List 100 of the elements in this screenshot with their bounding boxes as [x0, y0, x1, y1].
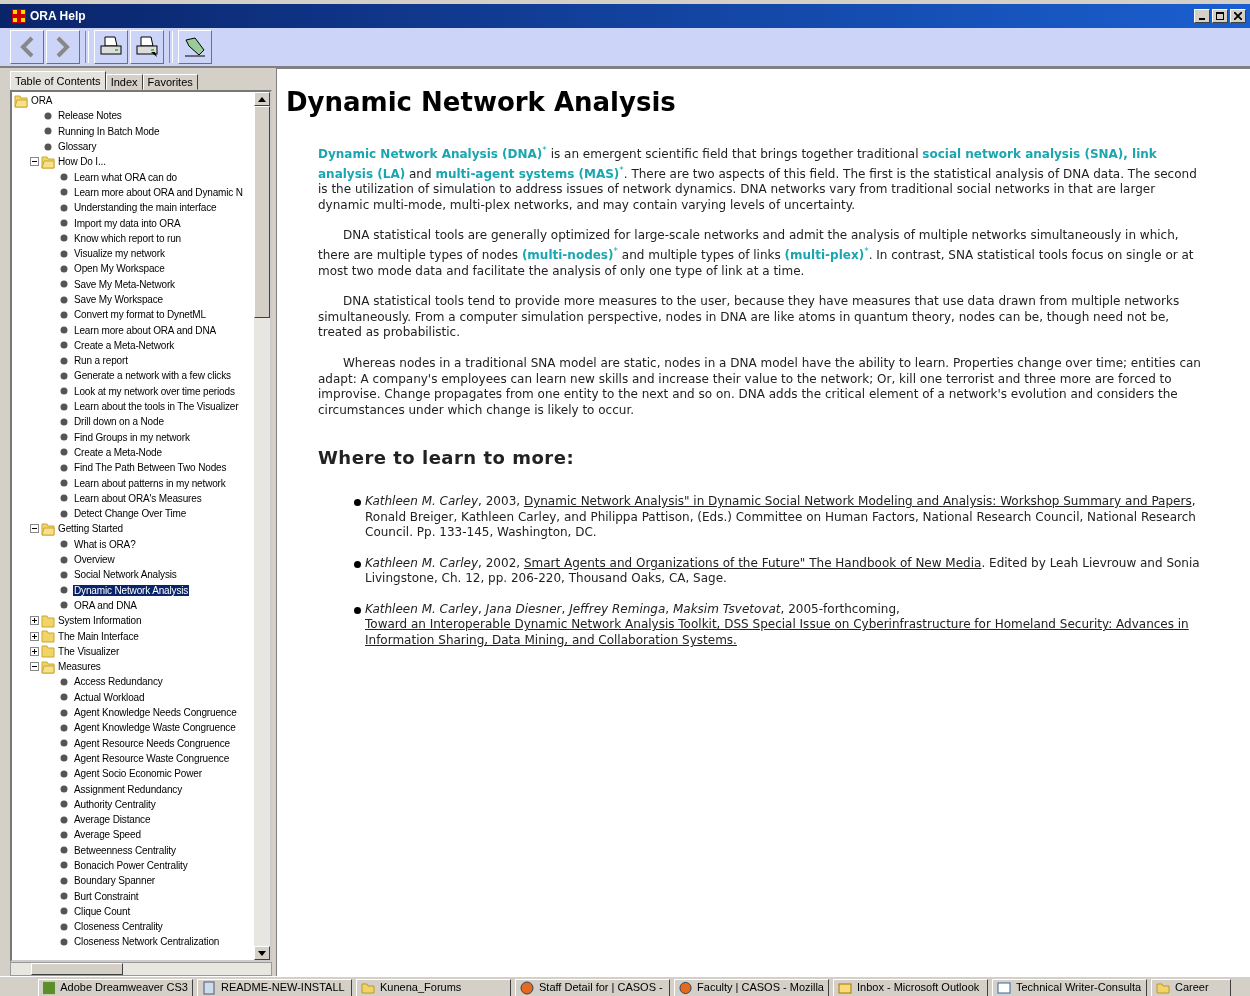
- tree-item[interactable]: Access Redundancy: [73, 676, 164, 688]
- expand-icon[interactable]: [30, 616, 39, 626]
- tree-item[interactable]: Agent Knowledge Needs Congruence: [73, 707, 238, 718]
- link[interactable]: Toward an Interoperable Dynamic Network Analysis Toolkit, DSS Special Issue on Cyberinfrastructure for Homeland Security: Advances in Information Sharing, Data Mining, and Collaboration Systems.: [365, 617, 1210, 649]
- tree-item[interactable]: Dynamic Network Analysis: [73, 584, 190, 596]
- print-button[interactable]: [94, 30, 128, 64]
- scroll-thumb[interactable]: [31, 963, 123, 975]
- tree-item[interactable]: Understanding the main interface: [73, 202, 218, 214]
- tree-item[interactable]: Learn what ORA can do: [73, 171, 179, 183]
- app-icon: [12, 9, 26, 23]
- taskbar-button[interactable]: Inbox - Microsoft Outlook: [833, 979, 988, 996]
- reference: Kathleen M. Carley, 2003, Dynamic Network Analysis" in Dynamic Social Network Modeling and Analysis: Workshop Summary and Papers, Ronald Breiger, Kathleen Carley, and Philippa Pattison, (Eds.) Committee on Human Factors, National Research Council, National Research Council. Pp. 133-145, Washington, DC.: [365, 493, 1197, 541]
- taskbar-button[interactable]: Staff Detail for | CASOS -: [515, 979, 670, 996]
- tree-item[interactable]: Getting Started: [57, 523, 124, 535]
- tree-item[interactable]: Save My Meta-Network: [73, 278, 176, 290]
- link[interactable]: Dynamic Network Analysis" in Dynamic Social Network Modeling and Analysis: Workshop Summary and Papers: [523, 493, 1192, 510]
- scroll-down-icon[interactable]: [258, 950, 266, 956]
- options-button[interactable]: [178, 30, 212, 64]
- tree-item[interactable]: Measures: [57, 661, 102, 673]
- tree-item[interactable]: Open My Workspace: [73, 263, 166, 275]
- page-title: Dynamic Network Analysis: [286, 87, 677, 117]
- maximize-button[interactable]: [1212, 9, 1228, 23]
- envelope-icon: [838, 981, 852, 995]
- scrollbar[interactable]: [254, 92, 270, 960]
- tree-item[interactable]: Release Notes: [57, 110, 123, 122]
- tree-item[interactable]: Bonacich Power Centrality: [73, 860, 189, 871]
- tree-item[interactable]: Burt Constraint: [73, 890, 140, 902]
- tree-item[interactable]: Average Distance: [73, 814, 152, 826]
- close-button[interactable]: [1230, 9, 1246, 23]
- tree-item[interactable]: Agent Knowledge Waste Congruence: [73, 722, 237, 734]
- tree-item[interactable]: Running In Batch Mode: [57, 125, 161, 137]
- tree-item[interactable]: Look at my network over time periods: [73, 385, 236, 397]
- tree-item[interactable]: Boundary Spanner: [73, 875, 156, 887]
- tree-item[interactable]: Create a Meta-Node: [73, 446, 163, 458]
- tree-item[interactable]: Generate a network with a few clicks: [73, 370, 232, 382]
- tree-item[interactable]: Glossary: [57, 141, 98, 153]
- scroll-thumb[interactable]: [254, 106, 270, 318]
- taskbar-button[interactable]: Adobe Dreamweaver CS3: [38, 979, 193, 996]
- tree-item[interactable]: Social Network Analysis: [73, 569, 178, 581]
- tree-item[interactable]: Authority Centrality: [73, 798, 157, 810]
- paragraph: Whereas nodes in a traditional SNA model are static, nodes in a DNA model have the ability to learn. Properties change over time; entities can adapt: A company's employees can learn new skills and increase their value to the network; Or, kill one terrorist and three more are forced to improvise. Change propagates from one entity to the next and so on. DNA adds the critical element of a network's evolution and considers the circumstances under which change is likely to occur.: [318, 355, 1202, 419]
- forward-button[interactable]: [46, 30, 80, 64]
- tree-item[interactable]: Assignment Redundancy: [73, 783, 184, 795]
- tree-item[interactable]: Overview: [73, 554, 116, 566]
- tree-item[interactable]: Learn more about ORA and Dynamic N: [73, 186, 244, 198]
- tree-item[interactable]: The Visualizer: [57, 645, 121, 657]
- minimize-button[interactable]: [1194, 9, 1210, 23]
- taskbar-button[interactable]: Career: [1151, 979, 1231, 996]
- tree-item[interactable]: System Information: [57, 615, 143, 627]
- tree-item[interactable]: Save My Workspace: [73, 294, 164, 305]
- tree-item[interactable]: Convert my format to DynetML: [73, 309, 207, 321]
- tab[interactable]: Index: [105, 74, 143, 90]
- print-setup-button[interactable]: [130, 30, 164, 64]
- scroll-up-icon[interactable]: [258, 96, 266, 102]
- tree-item[interactable]: Betweenness Centrality: [73, 844, 177, 856]
- flag-icon: [183, 36, 207, 58]
- tree-item[interactable]: Import my data into ORA: [73, 217, 182, 229]
- taskbar-button[interactable]: Kunena_Forums: [356, 979, 511, 996]
- taskbar-button[interactable]: README-NEW-INSTALL: [197, 979, 352, 996]
- tree-item[interactable]: Detect Change Over Time: [73, 508, 188, 520]
- collapse-icon[interactable]: [30, 662, 39, 672]
- tree-item[interactable]: Closeness Centrality: [73, 921, 164, 933]
- tree-item[interactable]: Clique Count: [73, 905, 131, 917]
- tree-item[interactable]: Find Groups in my network: [73, 431, 191, 443]
- tree-item[interactable]: Visualize my network: [73, 248, 166, 260]
- tree-item[interactable]: How Do I...: [57, 156, 107, 168]
- tree-item[interactable]: The Main Interface: [57, 630, 140, 642]
- tree-item[interactable]: ORA and DNA: [73, 599, 138, 611]
- tree-item[interactable]: Closeness Network Centralization: [73, 936, 221, 948]
- taskbar-button[interactable]: Technical Writer-Consulta: [992, 979, 1147, 996]
- close-icon: [1234, 12, 1242, 20]
- tree-item[interactable]: Agent Resource Needs Congruence: [73, 737, 231, 749]
- tree-item[interactable]: Know which report to run: [73, 232, 182, 244]
- tree-item[interactable]: Run a report: [73, 355, 129, 367]
- collapse-icon[interactable]: [30, 524, 39, 534]
- tree-item[interactable]: Create a Meta-Network: [73, 339, 176, 351]
- tab[interactable]: Favorites: [142, 74, 198, 90]
- tree-item[interactable]: Average Speed: [73, 829, 142, 841]
- tree-item[interactable]: Learn about patterns in my network: [73, 477, 227, 489]
- folder-icon: [41, 659, 55, 674]
- tree-item[interactable]: Learn about the tools in The Visualizer: [73, 401, 240, 413]
- tree-item[interactable]: Learn more about ORA and DNA: [73, 324, 217, 336]
- tree-item[interactable]: What is ORA?: [73, 538, 137, 550]
- back-button[interactable]: [10, 30, 44, 64]
- scrollbar[interactable]: [10, 962, 272, 976]
- collapse-icon[interactable]: [30, 157, 39, 167]
- tree-item[interactable]: Drill down on a Node: [73, 416, 165, 428]
- taskbar-button[interactable]: Faculty | CASOS - Mozilla: [674, 979, 829, 996]
- tree-item[interactable]: Learn about ORA's Measures: [73, 492, 203, 504]
- expand-icon[interactable]: [30, 631, 39, 641]
- globe-icon: [679, 981, 693, 995]
- tree-item[interactable]: ORA: [30, 95, 54, 107]
- globe-icon: [520, 981, 534, 995]
- printer-icon: [99, 36, 123, 58]
- tab[interactable]: Table of Contents: [10, 71, 106, 90]
- tree-item[interactable]: Actual Workload: [73, 691, 146, 703]
- expand-icon[interactable]: [30, 646, 39, 656]
- tree-item[interactable]: Agent Socio Economic Power: [73, 768, 203, 780]
- tree-item[interactable]: Find The Path Between Two Nodes: [73, 462, 228, 474]
- tree-item[interactable]: Agent Resource Waste Congruence: [73, 752, 231, 764]
